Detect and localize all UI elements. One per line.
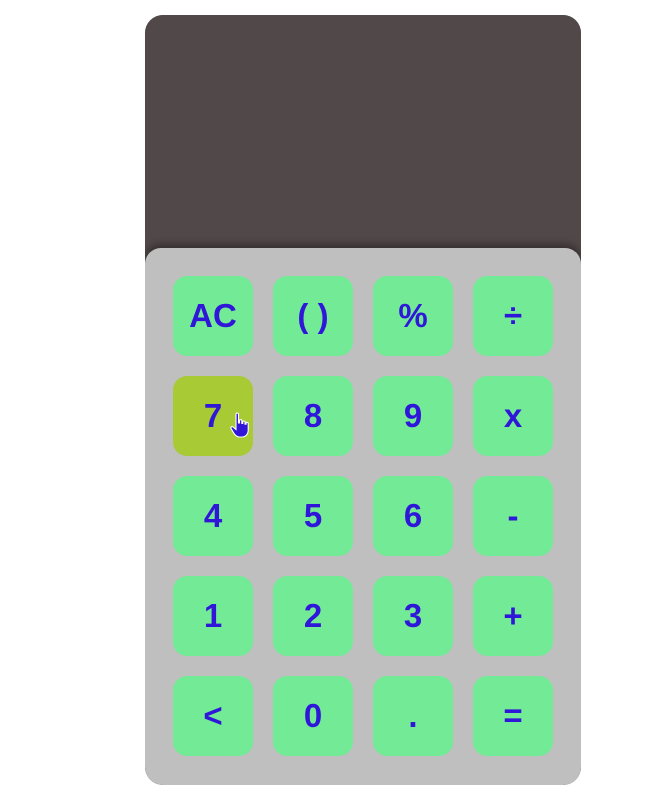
add-button[interactable]: +	[473, 576, 553, 656]
digit-8-button[interactable]: 8	[273, 376, 353, 456]
calculator: AC ( ) % ÷ 7 8 9 x 4 5 6 - 1 2 3 + < 0 .…	[145, 15, 581, 785]
keypad: AC ( ) % ÷ 7 8 9 x 4 5 6 - 1 2 3 + < 0 .…	[145, 248, 581, 785]
digit-9-button[interactable]: 9	[373, 376, 453, 456]
display-screen	[145, 15, 581, 251]
digit-1-button[interactable]: 1	[173, 576, 253, 656]
digit-2-button[interactable]: 2	[273, 576, 353, 656]
digit-4-button[interactable]: 4	[173, 476, 253, 556]
digit-6-button[interactable]: 6	[373, 476, 453, 556]
percent-button[interactable]: %	[373, 276, 453, 356]
keypad-grid: AC ( ) % ÷ 7 8 9 x 4 5 6 - 1 2 3 + < 0 .…	[173, 276, 553, 756]
parentheses-button[interactable]: ( )	[273, 276, 353, 356]
clear-button[interactable]: AC	[173, 276, 253, 356]
decimal-button[interactable]: .	[373, 676, 453, 756]
multiply-button[interactable]: x	[473, 376, 553, 456]
divide-button[interactable]: ÷	[473, 276, 553, 356]
digit-3-button[interactable]: 3	[373, 576, 453, 656]
subtract-button[interactable]: -	[473, 476, 553, 556]
digit-0-button[interactable]: 0	[273, 676, 353, 756]
backspace-button[interactable]: <	[173, 676, 253, 756]
hand-pointer-icon	[230, 412, 249, 438]
equals-button[interactable]: =	[473, 676, 553, 756]
digit-5-button[interactable]: 5	[273, 476, 353, 556]
